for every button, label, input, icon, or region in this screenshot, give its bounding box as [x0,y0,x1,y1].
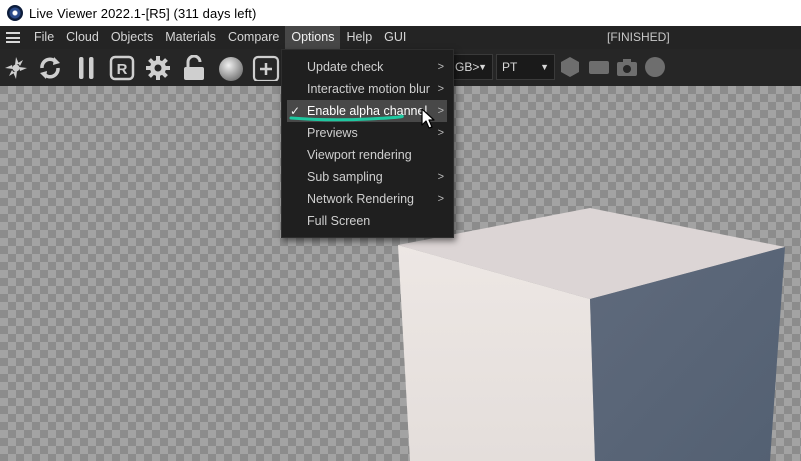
menu-objects[interactable]: Objects [105,26,159,49]
circle-icon[interactable] [643,56,667,78]
chevron-down-icon: ▼ [540,62,549,72]
menu-item-label: Network Rendering [307,192,414,206]
menu-item-network-rendering[interactable]: Network Rendering > [282,188,453,210]
menu-file[interactable]: File [28,26,60,49]
refresh-icon[interactable] [35,55,65,81]
menu-item-label: Interactive motion blur [307,82,430,96]
chevron-right-icon: > [437,193,444,205]
menu-item-label: Previews [307,126,358,140]
chevron-right-icon: > [437,171,444,183]
menu-materials[interactable]: Materials [159,26,222,49]
kernel-select-value: PT [502,60,518,74]
chevron-right-icon: > [437,61,444,73]
gear-sync-icon[interactable] [3,55,29,81]
hexagon-icon[interactable] [559,56,581,78]
menu-item-label: Viewport rendering [307,148,412,162]
kernel-select[interactable]: PT ▼ [496,54,555,80]
menu-gui[interactable]: GUI [378,26,412,49]
lock-icon[interactable] [180,55,208,81]
pause-icon[interactable] [76,55,98,81]
menu-item-full-screen[interactable]: Full Screen [282,210,453,232]
chevron-right-icon: > [437,105,444,117]
menu-compare[interactable]: Compare [222,26,285,49]
title-bar: Live Viewer 2022.1-[R5] (311 days left) [0,0,801,26]
menu-item-sub-sampling[interactable]: Sub sampling > [282,166,453,188]
hamburger-menu-icon[interactable] [6,32,20,43]
annotation-underline [289,114,404,122]
menu-bar: File Cloud Objects Materials Compare Opt… [0,26,801,49]
app-logo-icon [7,5,23,21]
mouse-cursor-icon [421,108,435,129]
menu-options[interactable]: Options [285,26,341,49]
render-status: [FINISHED] [607,30,670,44]
menu-item-viewport-rendering[interactable]: Viewport rendering [282,144,453,166]
menu-help[interactable]: Help [340,26,378,49]
gear-icon[interactable] [144,55,172,81]
r-region-icon[interactable]: R [108,55,136,81]
channel-select[interactable]: GB> ▼ [449,54,493,80]
menu-item-label: Update check [307,60,384,74]
menu-item-label: Sub sampling [307,170,383,184]
window-title: Live Viewer 2022.1-[R5] (311 days left) [29,5,257,21]
menu-item-label: Full Screen [307,214,371,228]
svg-text:R: R [117,61,128,78]
chevron-right-icon: > [437,83,444,95]
camera-icon[interactable] [615,56,639,78]
sphere-icon[interactable] [216,55,246,83]
menu-cloud[interactable]: Cloud [60,26,105,49]
add-icon[interactable] [252,55,282,81]
menu-item-interactive-motion-blur[interactable]: Interactive motion blur > [282,78,453,100]
channel-select-value: GB> [455,60,480,74]
chevron-right-icon: > [437,127,444,139]
chevron-down-icon: ▼ [478,62,487,72]
menu-item-update-check[interactable]: Update check > [282,56,453,78]
options-dropdown-menu: Update check > Interactive motion blur >… [281,49,454,238]
rect-icon[interactable] [587,56,611,78]
